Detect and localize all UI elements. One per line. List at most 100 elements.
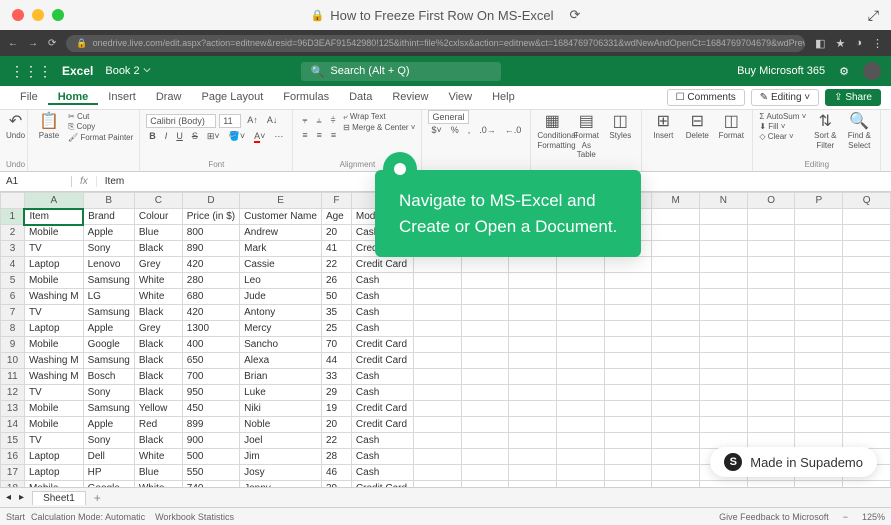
name-box[interactable]: A1	[0, 176, 72, 187]
cell[interactable]	[747, 273, 795, 289]
cell[interactable]	[556, 273, 604, 289]
cell[interactable]	[413, 321, 461, 337]
cell[interactable]	[843, 225, 891, 241]
cell[interactable]	[604, 465, 652, 481]
sort-filter-button[interactable]: ⇅Sort & Filter	[810, 112, 840, 150]
column-header[interactable]: N	[700, 193, 748, 209]
cell[interactable]	[461, 273, 509, 289]
cell[interactable]: Mobile	[24, 337, 83, 353]
cell[interactable]	[509, 465, 557, 481]
close-window-button[interactable]	[12, 9, 24, 21]
cell[interactable]	[604, 337, 652, 353]
cell[interactable]	[509, 289, 557, 305]
zoom-out-button[interactable]: −	[843, 512, 848, 522]
cell[interactable]: Black	[134, 305, 182, 321]
row-header[interactable]: 11	[1, 369, 25, 385]
cell[interactable]	[413, 337, 461, 353]
reload-icon[interactable]: ⟳	[570, 7, 581, 23]
cell[interactable]: 26	[321, 273, 351, 289]
cell[interactable]	[843, 353, 891, 369]
cell[interactable]	[461, 449, 509, 465]
cell[interactable]	[700, 353, 748, 369]
cell[interactable]: Mercy	[240, 321, 322, 337]
row-header[interactable]: 5	[1, 273, 25, 289]
cell[interactable]: Samsung	[83, 305, 134, 321]
cell[interactable]: White	[134, 289, 182, 305]
cell[interactable]	[413, 433, 461, 449]
row-header[interactable]: 9	[1, 337, 25, 353]
cell[interactable]	[843, 273, 891, 289]
cell[interactable]	[556, 257, 604, 273]
undo-button[interactable]: ↶Undo	[6, 112, 25, 141]
cell[interactable]: Credit Card	[351, 401, 413, 417]
cell[interactable]	[843, 257, 891, 273]
row-header[interactable]: 7	[1, 305, 25, 321]
cell[interactable]	[652, 273, 700, 289]
row-header[interactable]: 13	[1, 401, 25, 417]
cell[interactable]: 400	[182, 337, 239, 353]
cell[interactable]: Black	[134, 241, 182, 257]
cell[interactable]	[795, 305, 843, 321]
tab-review[interactable]: Review	[382, 91, 438, 103]
cell[interactable]: 46	[321, 465, 351, 481]
cell[interactable]	[652, 417, 700, 433]
fill-button[interactable]: ⬇ Fill ˅	[759, 122, 806, 131]
cell[interactable]: Joel	[240, 433, 322, 449]
cell[interactable]: Mobile	[24, 273, 83, 289]
cell[interactable]: White	[134, 481, 182, 488]
cell[interactable]	[652, 337, 700, 353]
cell[interactable]: Samsung	[83, 353, 134, 369]
cell[interactable]	[413, 305, 461, 321]
column-header[interactable]: D	[182, 193, 239, 209]
bold-button[interactable]: B	[146, 130, 159, 143]
ext-icon[interactable]: ⋮	[872, 37, 883, 50]
app-launcher-icon[interactable]: ⋮⋮⋮	[10, 63, 52, 80]
row-header[interactable]: 2	[1, 225, 25, 241]
tab-page-layout[interactable]: Page Layout	[191, 91, 273, 103]
cell[interactable]	[413, 385, 461, 401]
cell[interactable]	[652, 305, 700, 321]
cell[interactable]	[413, 257, 461, 273]
cell[interactable]	[509, 385, 557, 401]
cell[interactable]	[700, 401, 748, 417]
cell[interactable]: Cash	[351, 449, 413, 465]
cell[interactable]	[556, 289, 604, 305]
cell[interactable]	[509, 369, 557, 385]
cell[interactable]	[843, 289, 891, 305]
cell[interactable]	[556, 433, 604, 449]
cell[interactable]: 29	[321, 385, 351, 401]
comments-button[interactable]: ☐ Comments	[667, 89, 745, 106]
cell[interactable]: Customer Name	[240, 209, 322, 225]
cell[interactable]: 900	[182, 433, 239, 449]
more-icon[interactable]: ⋯	[271, 130, 286, 143]
italic-button[interactable]: I	[162, 130, 171, 143]
increase-decimal-icon[interactable]: .0→	[476, 124, 499, 136]
cell[interactable]	[509, 337, 557, 353]
cell[interactable]: Jenny	[240, 481, 322, 488]
reload-button[interactable]: ⟳	[48, 38, 56, 49]
border-button[interactable]: ⊞˅	[204, 130, 223, 143]
cell[interactable]	[413, 417, 461, 433]
cell[interactable]	[795, 257, 843, 273]
cell[interactable]	[461, 369, 509, 385]
cell[interactable]	[509, 417, 557, 433]
cell[interactable]: 41	[321, 241, 351, 257]
cell[interactable]: Grey	[134, 321, 182, 337]
cell[interactable]: Luke	[240, 385, 322, 401]
settings-icon[interactable]: ⚙	[839, 65, 849, 78]
cell[interactable]	[747, 321, 795, 337]
cell[interactable]	[556, 465, 604, 481]
cell[interactable]	[652, 385, 700, 401]
cell[interactable]: TV	[24, 241, 83, 257]
cell[interactable]	[747, 385, 795, 401]
cell[interactable]	[795, 289, 843, 305]
supademo-badge[interactable]: S Made in Supademo	[710, 447, 877, 477]
cell[interactable]	[556, 417, 604, 433]
cell[interactable]	[652, 449, 700, 465]
column-header[interactable]: B	[83, 193, 134, 209]
cell[interactable]	[700, 241, 748, 257]
format-painter-button[interactable]: 🖌 Format Painter	[68, 133, 133, 142]
cell[interactable]: Mobile	[24, 225, 83, 241]
cell[interactable]: Apple	[83, 417, 134, 433]
cell[interactable]	[604, 433, 652, 449]
